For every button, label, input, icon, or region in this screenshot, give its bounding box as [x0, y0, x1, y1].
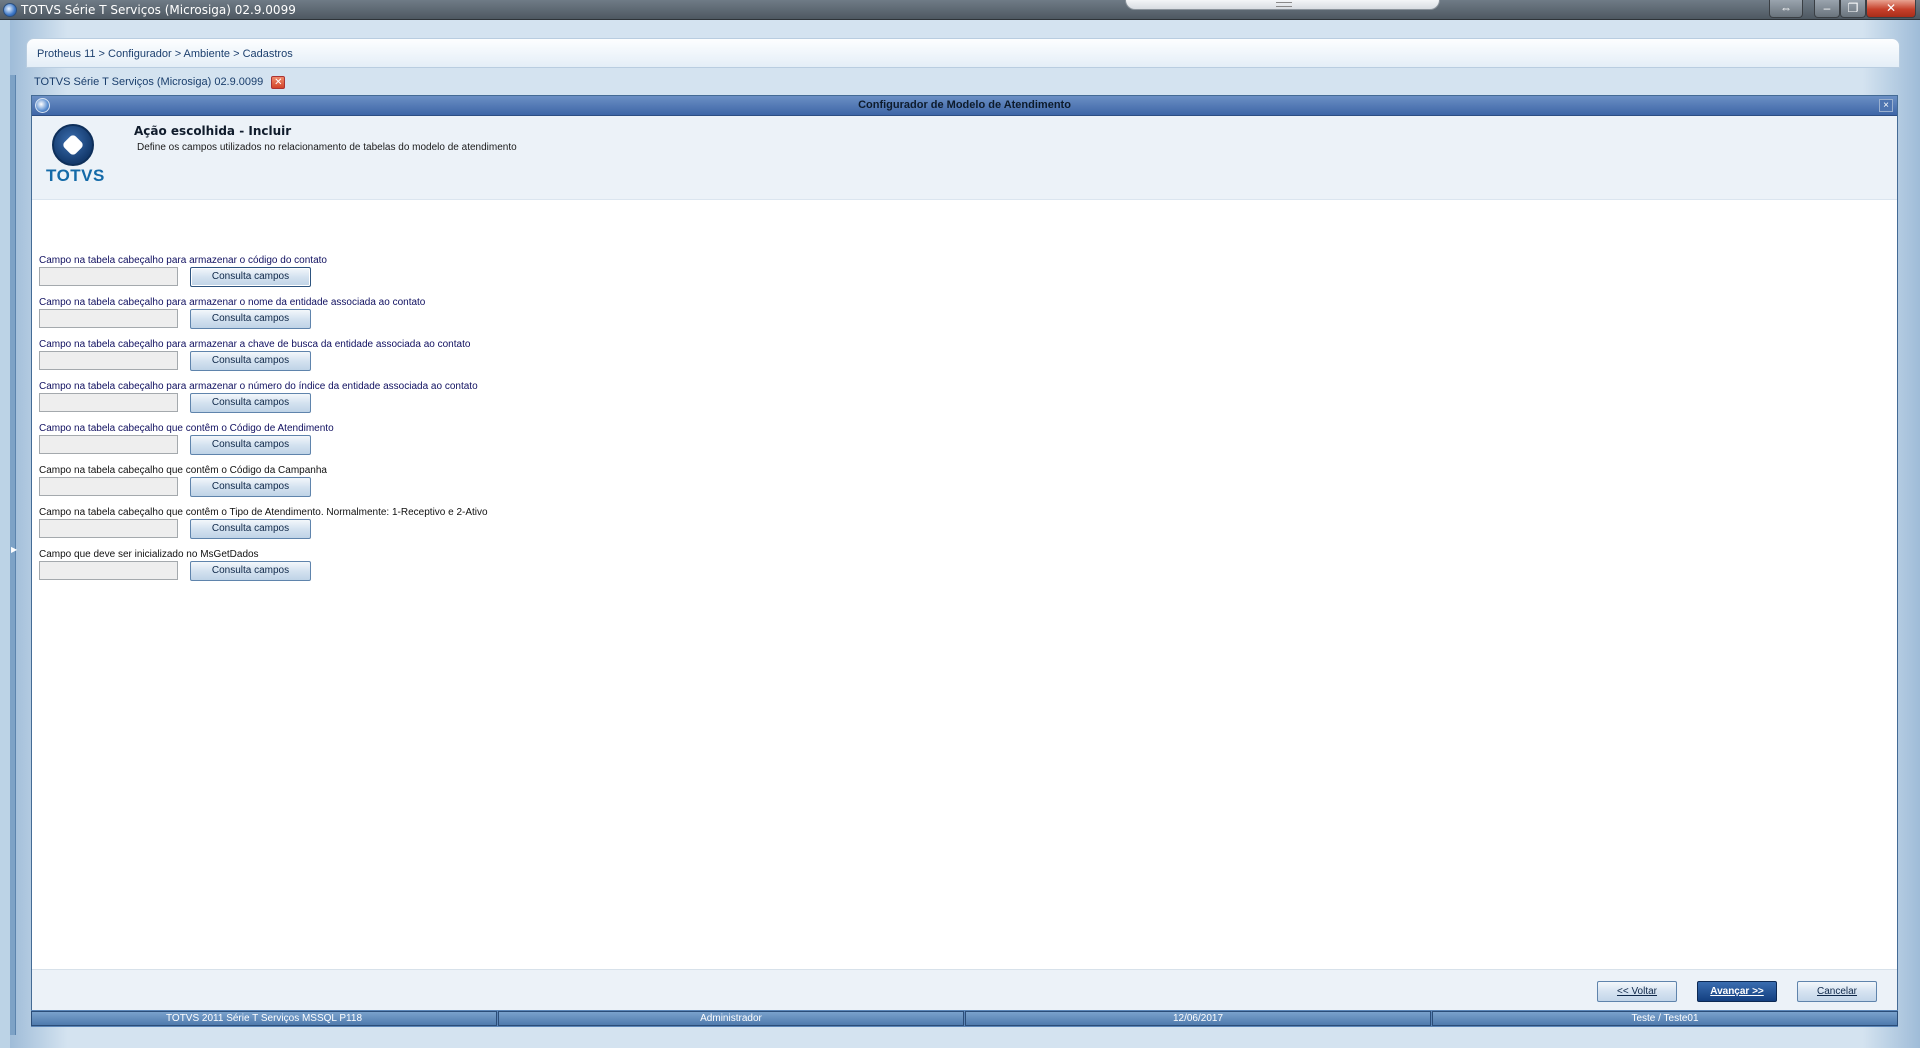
consult-fields-button[interactable]: Consulta campos [190, 393, 311, 413]
breadcrumb-bar: Protheus 11 > Configurador > Ambiente > … [26, 38, 1900, 68]
consult-fields-button[interactable]: Consulta campos [190, 561, 311, 581]
tab-row: TOTVS Série T Serviços (Microsiga) 02.9.… [26, 72, 1900, 92]
index-number-input[interactable] [39, 393, 178, 412]
field-label: Campo na tabela cabeçalho que contêm o C… [39, 423, 334, 434]
next-button[interactable]: Avançar >> [1697, 981, 1777, 1002]
config-dialog: Configurador de Modelo de Atendimento × … [31, 95, 1898, 1027]
os-window-title: TOTVS Série T Serviços (Microsiga) 02.9.… [21, 3, 296, 17]
field-label: Campo na tabela cabeçalho para armazenar… [39, 297, 426, 308]
cancel-button[interactable]: Cancelar [1797, 981, 1877, 1002]
entity-name-input[interactable] [39, 309, 178, 328]
dialog-close-icon[interactable]: × [1879, 99, 1893, 112]
field-label: Campo na tabela cabeçalho que contêm o C… [39, 465, 327, 476]
field-label: Campo na tabela cabeçalho para armazenar… [39, 255, 327, 266]
totvs-logo: TOTVS [42, 124, 105, 185]
left-collapse-panel[interactable] [10, 75, 16, 1035]
breadcrumb[interactable]: Protheus 11 > Configurador > Ambiente > … [37, 48, 293, 60]
tab-totvs-series[interactable]: TOTVS Série T Serviços (Microsiga) 02.9.… [26, 72, 289, 92]
consult-fields-button[interactable]: Consulta campos [190, 519, 311, 539]
field-label: Campo que deve ser inicializado no MsGet… [39, 549, 259, 560]
status-system: TOTVS 2011 Série T Serviços MSSQL P118 [31, 1011, 497, 1026]
wizard-footer: << Voltar Avançar >> Cancelar [32, 969, 1897, 1014]
field-label: Campo na tabela cabeçalho para armazenar… [39, 339, 471, 350]
wizard-subtitle: Define os campos utilizados no relaciona… [137, 142, 517, 153]
service-type-input[interactable] [39, 519, 178, 538]
status-bar: TOTVS 2011 Série T Serviços MSSQL P118 A… [31, 1010, 1898, 1027]
field-label: Campo na tabela cabeçalho que contêm o T… [39, 507, 488, 518]
dialog-titlebar: Configurador de Modelo de Atendimento × [32, 96, 1897, 116]
msgetdados-input[interactable] [39, 561, 178, 580]
status-environment: Teste / Teste01 [1432, 1011, 1898, 1026]
campaign-code-input[interactable] [39, 477, 178, 496]
status-date: 12/06/2017 [965, 1011, 1431, 1026]
consult-fields-button[interactable]: Consulta campos [190, 351, 311, 371]
grip-icon [1276, 2, 1292, 7]
titlebar-grip-handle[interactable] [1125, 0, 1440, 10]
consult-fields-button[interactable]: Consulta campos [190, 267, 311, 287]
back-button[interactable]: << Voltar [1597, 981, 1677, 1002]
wizard-header: TOTVS Ação escolhida - Incluir Define os… [32, 116, 1897, 200]
close-window-icon[interactable]: ✕ [1866, 0, 1916, 18]
field-label: Campo na tabela cabeçalho para armazenar… [39, 381, 478, 392]
logo-text: TOTVS [46, 166, 105, 185]
collapse-arrow-icon[interactable]: ▶ [11, 545, 17, 554]
consult-fields-button[interactable]: Consulta campos [190, 309, 311, 329]
resize-icon[interactable]: ⇔ [1769, 0, 1803, 18]
minimize-icon[interactable]: – [1814, 0, 1840, 18]
search-key-input[interactable] [39, 351, 178, 370]
logo-globe-icon [52, 124, 94, 166]
consult-fields-button[interactable]: Consulta campos [190, 435, 311, 455]
consult-fields-button[interactable]: Consulta campos [190, 477, 311, 497]
tab-label: TOTVS Série T Serviços (Microsiga) 02.9.… [34, 76, 264, 88]
wizard-title: Ação escolhida - Incluir [134, 124, 292, 138]
tab-close-icon[interactable]: ✕ [271, 76, 286, 89]
maximize-icon[interactable]: ❐ [1840, 0, 1866, 18]
app-icon [3, 3, 17, 17]
dialog-title: Configurador de Modelo de Atendimento [858, 99, 1071, 111]
os-titlebar: TOTVS Série T Serviços (Microsiga) 02.9.… [0, 0, 1920, 20]
service-code-input[interactable] [39, 435, 178, 454]
contact-code-input[interactable] [39, 267, 178, 286]
status-user: Administrador [498, 1011, 964, 1026]
